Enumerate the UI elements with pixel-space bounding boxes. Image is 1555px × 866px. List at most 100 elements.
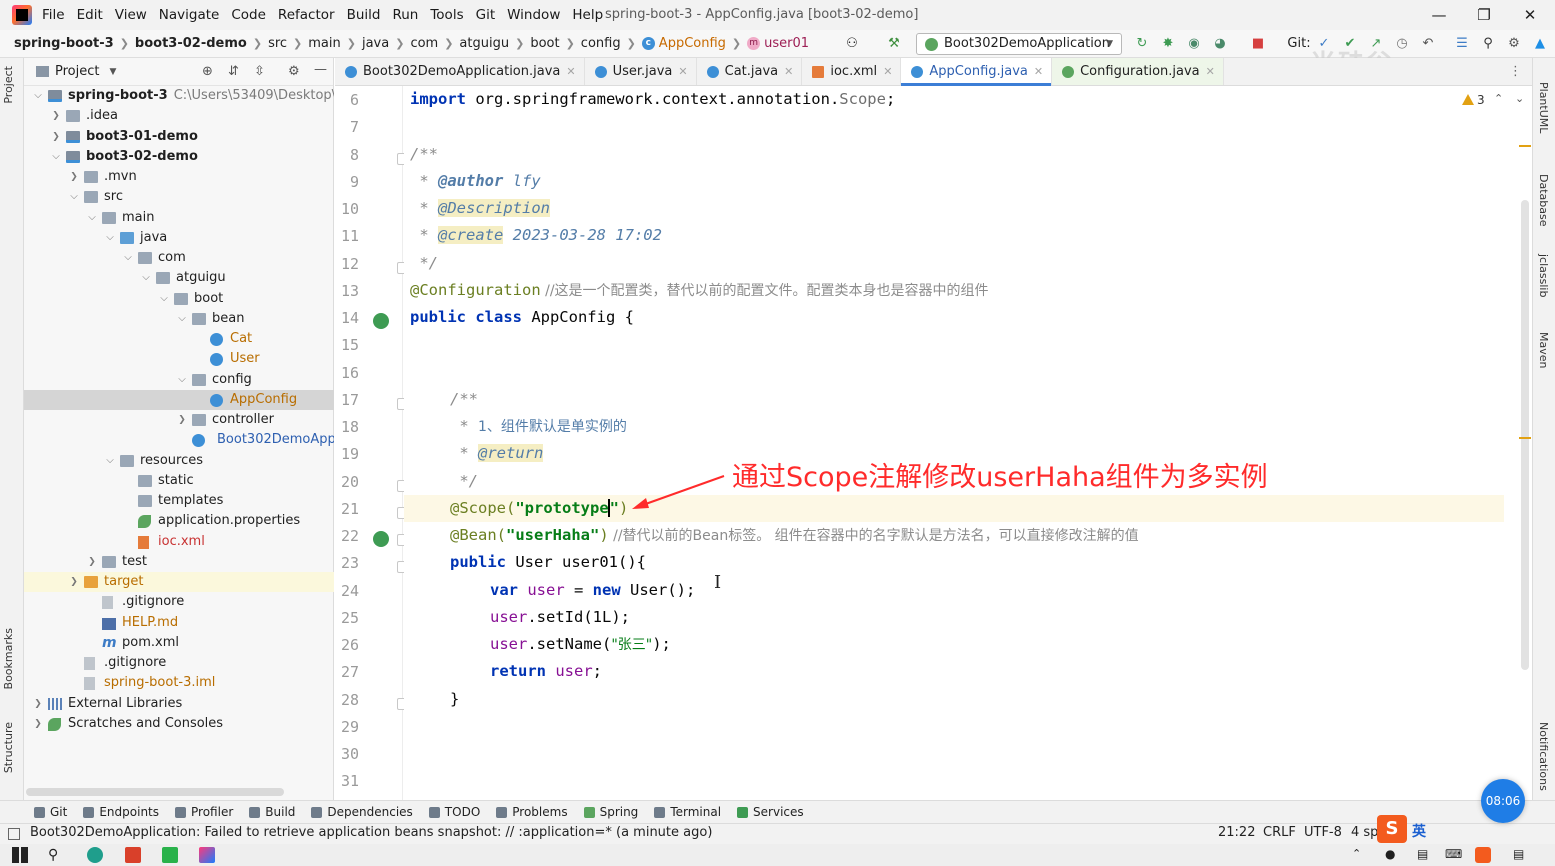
breadcrumb-java[interactable]: java xyxy=(362,36,389,51)
stop-icon[interactable]: ■ xyxy=(1250,36,1266,52)
hide-panel-icon[interactable]: — xyxy=(314,62,327,77)
tree-item[interactable]: ⌵ config xyxy=(24,370,334,390)
collapse-all-icon[interactable]: ⇳ xyxy=(254,64,265,79)
chevron-right-icon[interactable]: ❯ xyxy=(176,410,188,430)
windows-start-icon[interactable] xyxy=(12,847,28,863)
chevron-down-icon[interactable]: ⌵ xyxy=(122,248,134,268)
tool-git[interactable]: Git xyxy=(34,805,67,819)
tree-item[interactable]: .gitignore xyxy=(24,653,334,673)
bookmarks-tool-tab[interactable]: Bookmarks xyxy=(2,628,15,689)
chevron-down-icon[interactable]: ⌵ xyxy=(68,187,80,207)
close-tab-icon[interactable]: ✕ xyxy=(566,65,575,78)
tool-build[interactable]: Build xyxy=(249,805,295,819)
menu-build[interactable]: Build xyxy=(347,7,381,23)
close-window-icon[interactable]: ✕ xyxy=(1515,4,1545,26)
debug-icon[interactable]: ✸ xyxy=(1160,36,1176,52)
menu-code[interactable]: Code xyxy=(231,7,266,23)
tree-item[interactable]: ⌵ spring-boot-3C:\Users\53409\Desktop\spr… xyxy=(24,86,334,106)
panel-settings-icon[interactable]: ⚙ xyxy=(288,64,300,79)
close-tab-icon[interactable]: ✕ xyxy=(1206,65,1215,78)
chevron-down-icon[interactable]: ⌵ xyxy=(104,451,116,471)
wechat-icon[interactable] xyxy=(162,847,178,863)
vertical-scrollbar[interactable] xyxy=(1521,200,1529,670)
tree-item[interactable]: User xyxy=(24,349,334,369)
tray-chevron-icon[interactable]: ⌃ xyxy=(1352,847,1368,863)
project-tool-tab[interactable]: Project xyxy=(2,66,15,104)
tree-item[interactable]: .gitignore xyxy=(24,592,334,612)
line-separator[interactable]: CRLF xyxy=(1263,825,1296,840)
profile-icon[interactable]: ◕ xyxy=(1212,36,1228,52)
menu-edit[interactable]: Edit xyxy=(77,7,103,23)
chevron-right-icon[interactable]: ❯ xyxy=(32,694,44,714)
network-icon[interactable]: ▤ xyxy=(1417,847,1433,863)
tree-item[interactable]: ❯ External Libraries xyxy=(24,694,334,714)
breadcrumb-atguigu[interactable]: atguigu xyxy=(459,36,509,51)
menu-window[interactable]: Window xyxy=(507,7,560,23)
tree-item[interactable]: ❯ boot3-01-demo xyxy=(24,127,334,147)
notification-center-icon[interactable]: ▤ xyxy=(1513,847,1529,863)
input-method-icon[interactable]: ⌨ xyxy=(1445,847,1462,863)
chevron-down-icon[interactable]: ⌵ xyxy=(50,147,62,167)
chevron-right-icon[interactable]: ❯ xyxy=(86,552,98,572)
tree-item[interactable]: ❯ test xyxy=(24,552,334,572)
scroll-warning-marker[interactable] xyxy=(1519,145,1531,147)
menu-run[interactable]: Run xyxy=(392,7,418,23)
tree-item[interactable]: ❯ controller xyxy=(24,410,334,430)
breadcrumb-project[interactable]: spring-boot-3 xyxy=(14,36,114,51)
tree-item[interactable]: ⌵ src xyxy=(24,187,334,207)
chevron-up-icon[interactable]: ⌃ xyxy=(1494,92,1503,105)
menu-help[interactable]: Help xyxy=(572,7,603,23)
tree-item[interactable]: ❯ Scratches and Consoles xyxy=(24,714,334,734)
tab-configuration[interactable]: Configuration.java ✕ xyxy=(1052,58,1224,85)
chevron-down-icon[interactable]: ⌵ xyxy=(140,268,152,288)
tab-cat[interactable]: Cat.java ✕ xyxy=(697,58,803,85)
build-hammer-icon[interactable]: ⚒ xyxy=(886,36,902,52)
sogou-tray-icon[interactable] xyxy=(1475,847,1491,863)
chevron-down-icon[interactable]: ▼ xyxy=(109,67,116,77)
project-panel-title[interactable]: Project xyxy=(55,64,99,79)
tab-boot302demoapplication[interactable]: Boot302DemoApplication.java ✕ xyxy=(335,58,585,85)
run-configuration-select[interactable]: Boot302DemoApplication ▼ xyxy=(916,33,1122,55)
code-editor[interactable]: import org.springframework.context.annot… xyxy=(404,86,1522,800)
scroll-warning-marker[interactable] xyxy=(1519,437,1531,439)
tree-item[interactable]: Boot302DemoApplic xyxy=(24,430,334,450)
breadcrumb-module[interactable]: boot3-02-demo xyxy=(135,36,247,51)
database-tool-tab[interactable]: Database xyxy=(1537,174,1550,227)
close-tab-icon[interactable]: ✕ xyxy=(784,65,793,78)
tree-item[interactable]: ❯ target xyxy=(24,572,334,592)
tree-item[interactable]: ❯ .idea xyxy=(24,106,334,126)
tool-problems[interactable]: Problems xyxy=(496,805,568,819)
tool-terminal[interactable]: Terminal xyxy=(654,805,721,819)
chevron-right-icon[interactable]: ❯ xyxy=(32,714,44,734)
caret-position[interactable]: 21:22 xyxy=(1218,825,1255,840)
tool-profiler[interactable]: Profiler xyxy=(175,805,233,819)
tool-todo[interactable]: TODO xyxy=(428,805,480,819)
tree-item[interactable]: ⌵ java xyxy=(24,228,334,248)
maximize-icon[interactable]: ❐ xyxy=(1469,4,1499,26)
chevron-down-icon[interactable]: ⌄ xyxy=(1515,92,1524,105)
menu-view[interactable]: View xyxy=(115,7,147,23)
locate-icon[interactable]: ⊕ xyxy=(202,64,213,79)
sogou-ime-icon[interactable]: S xyxy=(1377,815,1407,843)
menu-file[interactable]: File xyxy=(42,7,65,23)
office-icon[interactable] xyxy=(125,847,141,863)
tree-item[interactable]: HELP.md xyxy=(24,613,334,633)
translate-icon[interactable]: ☰ xyxy=(1454,36,1470,52)
microphone-icon[interactable]: ● xyxy=(1385,847,1401,863)
more-tabs-icon[interactable]: ⋮ xyxy=(1509,64,1522,79)
close-tab-icon[interactable]: ✕ xyxy=(1034,65,1043,78)
breadcrumb-appconfig[interactable]: c AppConfig xyxy=(641,36,726,51)
tree-item[interactable]: application.properties xyxy=(24,511,334,531)
tree-item[interactable]: templates xyxy=(24,491,334,511)
tree-item[interactable]: m pom.xml xyxy=(24,633,334,653)
notifications-tool-tab[interactable]: Notifications xyxy=(1537,722,1550,791)
chevron-down-icon[interactable]: ⌵ xyxy=(176,370,188,390)
tree-item[interactable]: ⌵ resources xyxy=(24,451,334,471)
chevron-right-icon[interactable]: ❯ xyxy=(68,167,80,187)
ime-language-toggle[interactable]: 英 xyxy=(1412,821,1426,841)
warnings-indicator[interactable]: 3 xyxy=(1462,93,1485,107)
tab-user[interactable]: User.java ✕ xyxy=(585,58,697,85)
tab-ioc-xml[interactable]: ioc.xml ✕ xyxy=(802,58,902,85)
plantuml-tool-tab[interactable]: PlantUML xyxy=(1537,82,1550,133)
status-message[interactable]: Boot302DemoApplication: Failed to retrie… xyxy=(30,825,712,840)
